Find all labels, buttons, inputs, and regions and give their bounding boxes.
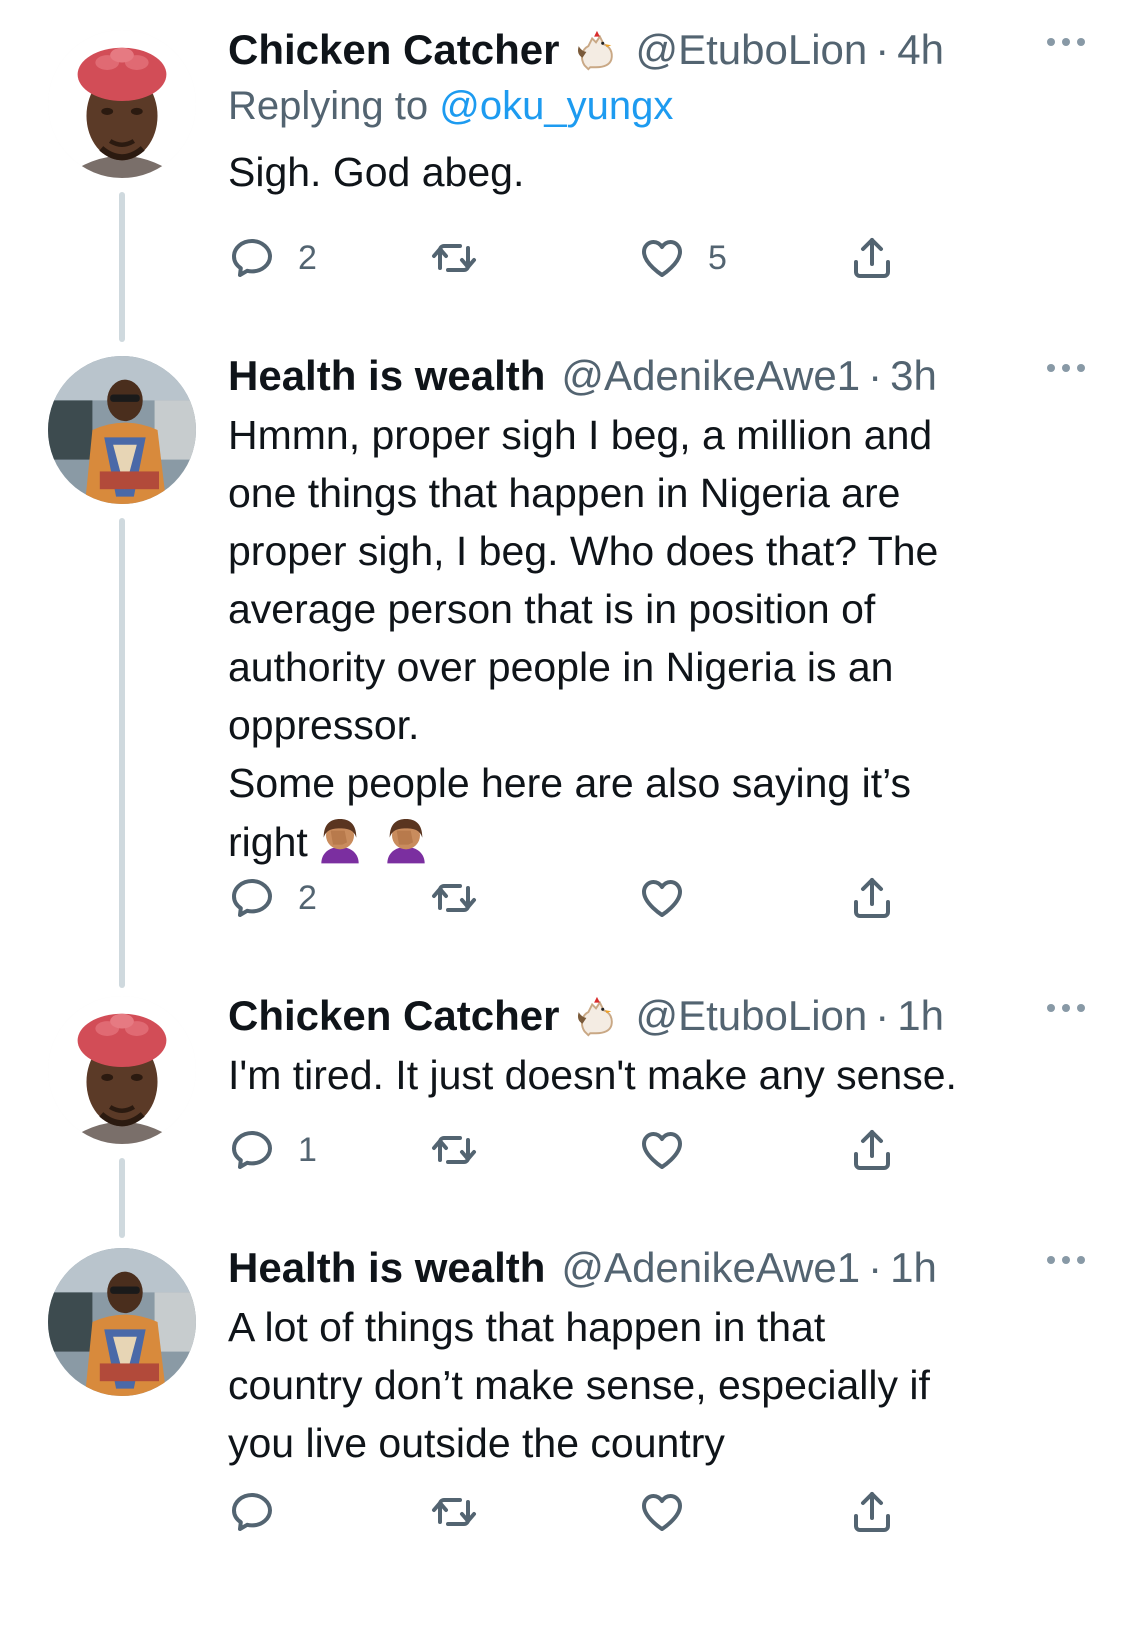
like-count: 5 bbox=[708, 238, 727, 277]
separator-dot: · bbox=[875, 26, 890, 73]
like-button[interactable] bbox=[638, 1482, 686, 1542]
rooster-icon bbox=[573, 993, 619, 1039]
like-button[interactable] bbox=[638, 1120, 686, 1180]
action-bar bbox=[228, 1482, 928, 1542]
reply-count: 2 bbox=[298, 238, 317, 277]
reply-icon bbox=[228, 1488, 276, 1536]
more-icon[interactable] bbox=[1047, 1004, 1085, 1012]
thread-line bbox=[119, 1158, 125, 1238]
author-handle[interactable]: @EtuboLion bbox=[635, 26, 867, 74]
separator-dot: · bbox=[868, 352, 883, 399]
tweet-3[interactable]: Chicken Catcher @EtuboLion · 1h I'm tire… bbox=[0, 980, 1125, 1238]
action-bar: 1 bbox=[228, 1120, 928, 1180]
action-bar: 2 bbox=[228, 868, 928, 928]
reply-icon bbox=[228, 234, 276, 282]
tweet-text: I'm tired. It just doesn't make any sens… bbox=[228, 1052, 957, 1098]
reply-count: 1 bbox=[298, 1130, 317, 1169]
timestamp[interactable]: 1h bbox=[897, 992, 944, 1040]
retweet-button[interactable] bbox=[430, 868, 478, 928]
share-icon bbox=[848, 234, 896, 282]
retweet-icon bbox=[430, 234, 478, 282]
timestamp[interactable]: 3h bbox=[890, 352, 937, 400]
author-handle[interactable]: @AdenikeAwe1 bbox=[561, 1244, 860, 1292]
thread-line bbox=[119, 518, 125, 988]
like-icon bbox=[638, 234, 686, 282]
thread-line bbox=[119, 192, 125, 342]
tweet-text: Sigh. God abeg. bbox=[228, 149, 525, 195]
reply-icon bbox=[228, 874, 276, 922]
replying-label: Replying to bbox=[228, 84, 429, 128]
share-button[interactable] bbox=[848, 1120, 896, 1180]
face-palm-icon bbox=[312, 812, 434, 868]
tweet-text: A lot of things that happen in that coun… bbox=[228, 1304, 930, 1466]
replying-to: Replying to @oku_yungx bbox=[228, 84, 1085, 129]
action-bar: 2 5 bbox=[228, 228, 928, 288]
tweet-header: Chicken Catcher @EtuboLion · 1h bbox=[228, 986, 1085, 1046]
author-handle[interactable]: @EtuboLion bbox=[635, 992, 867, 1040]
like-button[interactable]: 5 bbox=[638, 228, 727, 288]
separator-dot: · bbox=[875, 992, 890, 1039]
separator-dot: · bbox=[868, 1244, 883, 1291]
share-button[interactable] bbox=[848, 1482, 896, 1542]
retweet-icon bbox=[430, 1126, 478, 1174]
reply-button[interactable] bbox=[228, 1482, 276, 1542]
man-red-headwrap-avatar bbox=[48, 996, 196, 1144]
author-name[interactable]: Chicken Catcher bbox=[228, 992, 559, 1040]
avatar[interactable] bbox=[48, 996, 196, 1144]
like-icon bbox=[638, 1126, 686, 1174]
author-name[interactable]: Chicken Catcher bbox=[228, 26, 559, 74]
tweet-header: Health is wealth @AdenikeAwe1 · 3h bbox=[228, 346, 1085, 406]
author-name[interactable]: Health is wealth bbox=[228, 1244, 545, 1292]
reply-button[interactable]: 2 bbox=[228, 228, 317, 288]
tweet-header: Health is wealth @AdenikeAwe1 · 1h bbox=[228, 1238, 1085, 1298]
share-button[interactable] bbox=[848, 868, 896, 928]
avatar[interactable] bbox=[48, 356, 196, 504]
tweet-2[interactable]: Health is wealth @AdenikeAwe1 · 3h Hmmn,… bbox=[0, 340, 1125, 988]
reply-icon bbox=[228, 1126, 276, 1174]
retweet-button[interactable] bbox=[430, 1120, 478, 1180]
more-icon[interactable] bbox=[1047, 1256, 1085, 1264]
retweet-icon bbox=[430, 874, 478, 922]
tweet-text-body: Hmmn, proper sigh I beg, a million and o… bbox=[228, 412, 939, 865]
tweet-4[interactable]: Health is wealth @AdenikeAwe1 · 1h A lot… bbox=[0, 1232, 1125, 1632]
woman-sunglasses-avatar bbox=[48, 1248, 196, 1396]
like-icon bbox=[638, 1488, 686, 1536]
tweet-text: Hmmn, proper sigh I beg, a million and o… bbox=[228, 406, 1085, 871]
like-button[interactable] bbox=[638, 868, 686, 928]
author-name[interactable]: Health is wealth bbox=[228, 352, 545, 400]
reply-button[interactable]: 1 bbox=[228, 1120, 317, 1180]
avatar[interactable] bbox=[48, 30, 196, 178]
tweet-1[interactable]: Chicken Catcher @EtuboLion · 4h Replying… bbox=[0, 0, 1125, 342]
share-icon bbox=[848, 1126, 896, 1174]
like-icon bbox=[638, 874, 686, 922]
share-icon bbox=[848, 874, 896, 922]
retweet-icon bbox=[430, 1488, 478, 1536]
reply-button[interactable]: 2 bbox=[228, 868, 317, 928]
woman-sunglasses-avatar bbox=[48, 356, 196, 504]
reply-count: 2 bbox=[298, 878, 317, 917]
share-button[interactable] bbox=[848, 228, 896, 288]
timestamp[interactable]: 4h bbox=[897, 26, 944, 74]
more-icon[interactable] bbox=[1047, 38, 1085, 46]
more-icon[interactable] bbox=[1047, 364, 1085, 372]
author-handle[interactable]: @AdenikeAwe1 bbox=[561, 352, 860, 400]
timestamp[interactable]: 1h bbox=[890, 1244, 937, 1292]
retweet-button[interactable] bbox=[430, 1482, 478, 1542]
mention-link[interactable]: @oku_yungx bbox=[439, 84, 673, 128]
man-red-headwrap-avatar bbox=[48, 30, 196, 178]
share-icon bbox=[848, 1488, 896, 1536]
avatar[interactable] bbox=[48, 1248, 196, 1396]
rooster-icon bbox=[573, 27, 619, 73]
retweet-button[interactable] bbox=[430, 228, 478, 288]
tweet-header: Chicken Catcher @EtuboLion · 4h bbox=[228, 20, 1085, 80]
